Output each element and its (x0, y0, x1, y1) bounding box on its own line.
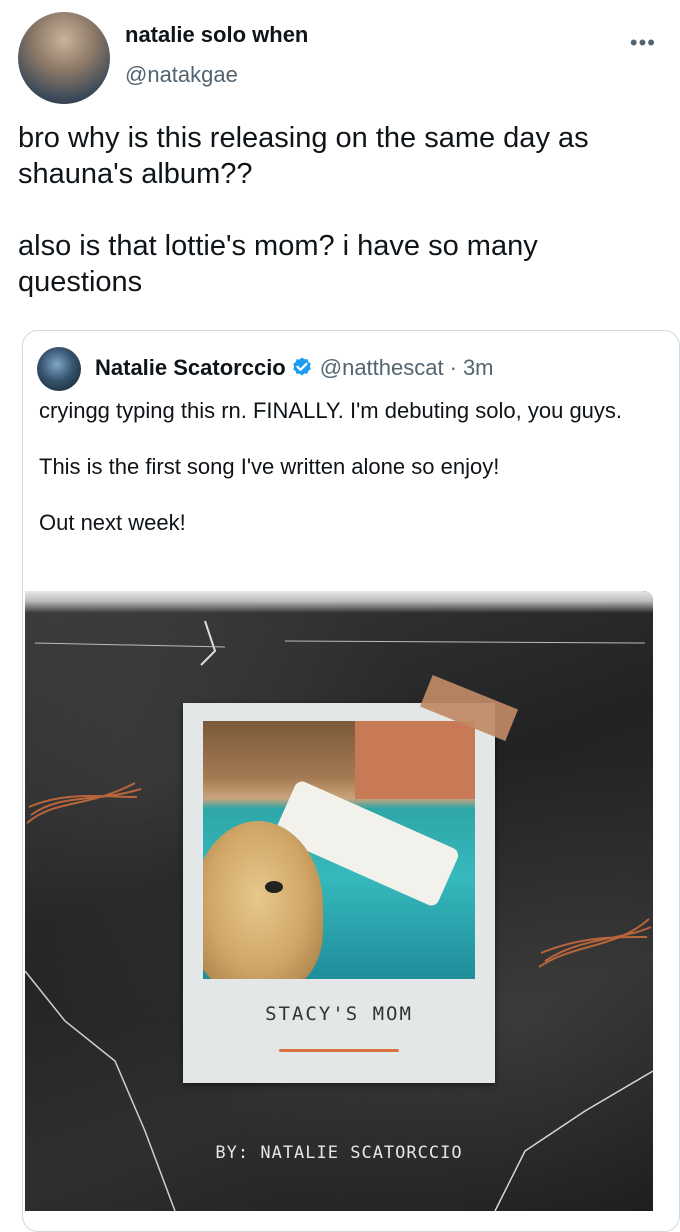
quoted-tweet-time[interactable]: 3m (463, 355, 494, 381)
title-underline (279, 1049, 399, 1052)
quoted-author-name[interactable]: Natalie Scatorccio (95, 355, 286, 381)
author-handle[interactable]: @natakgae (125, 62, 238, 88)
quoted-tweet-header: Natalie Scatorccio @natthescat · 3m (95, 355, 494, 381)
quoted-author-avatar[interactable] (37, 347, 81, 391)
tweet-text: bro why is this releasing on the same da… (18, 122, 589, 298)
quoted-tweet-card[interactable]: Natalie Scatorccio @natthescat · 3m cryi… (22, 330, 680, 1232)
quoted-author-handle[interactable]: @natthescat (320, 355, 444, 381)
author-display-name[interactable]: natalie solo when (125, 22, 308, 48)
verified-badge-icon (292, 357, 311, 376)
author-avatar[interactable] (18, 12, 110, 104)
more-options-icon[interactable]: ••• (630, 30, 656, 56)
pool-wall (355, 721, 475, 799)
song-title: STACY'S MOM (265, 1003, 413, 1025)
album-cover-image[interactable]: STACY'S MOM BY: NATALIE SCATORCCIO (25, 591, 653, 1211)
header-separator: · (449, 355, 457, 380)
quoted-tweet-text: cryingg typing this rn. FINALLY. I'm deb… (39, 398, 623, 535)
polaroid-frame: STACY'S MOM (183, 675, 519, 1083)
artist-byline: BY: NATALIE SCATORCCIO (215, 1143, 463, 1163)
dog-nose (265, 881, 283, 893)
pool-photo (203, 721, 475, 979)
